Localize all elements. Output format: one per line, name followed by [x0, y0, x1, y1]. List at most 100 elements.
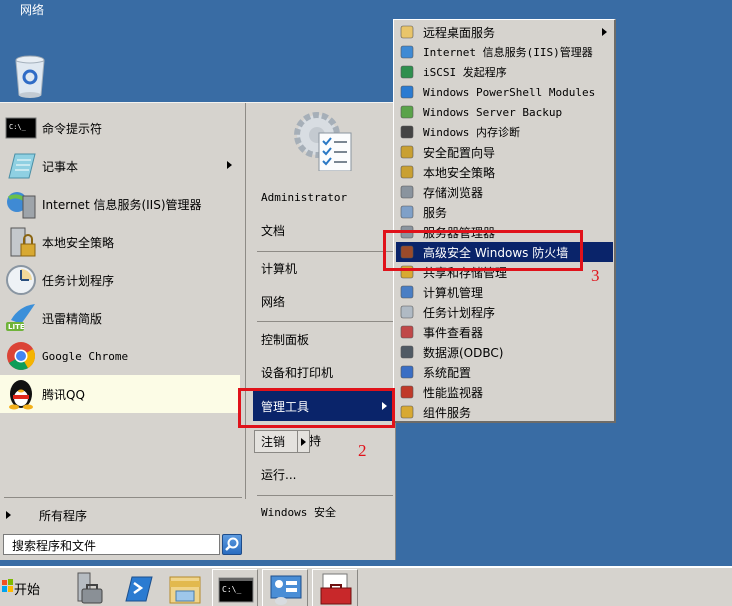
svg-text:C:\_: C:\_ [9, 123, 27, 131]
program-cmd[interactable]: C:\_ 命令提示符 [0, 109, 240, 147]
admin-tool-local-security-policy[interactable]: 本地安全策略 [396, 162, 613, 182]
search-button[interactable] [222, 534, 242, 555]
admin-tool-performance-monitor[interactable]: 性能监视器 [396, 382, 613, 402]
iis-icon [399, 44, 415, 60]
program-label: Google Chrome [42, 349, 129, 363]
backup-icon [399, 104, 415, 120]
folder-icon [399, 24, 415, 40]
taskbar-cmd[interactable]: C:\_ [212, 569, 258, 606]
odbc-icon [399, 344, 415, 360]
start-menu-places-pane: Administrator 文档 计算机 网络 控制面板 设备和打印机 管理工具… [247, 103, 395, 527]
places-run[interactable]: 运行... [253, 459, 394, 489]
admin-tool-memory-diagnostic[interactable]: Windows 内存诊断 [396, 122, 613, 142]
admin-tool-label: 安全配置向导 [423, 145, 496, 160]
cmd-icon: C:\_ [213, 577, 259, 606]
logoff-label: 注销 [255, 431, 298, 452]
component-services-icon [399, 404, 415, 420]
program-iis-manager[interactable]: Internet 信息服务(IIS)管理器 [0, 185, 240, 223]
admin-tools-submenu: 远程桌面服务 Internet 信息服务(IIS)管理器 iSCSI 发起程序 Win… [393, 19, 616, 423]
admin-tool-label: 事件查看器 [423, 325, 484, 340]
divider [257, 251, 393, 252]
admin-tool-computer-management[interactable]: 计算机管理 [396, 282, 613, 302]
iis-icon [5, 188, 37, 220]
program-local-security-policy[interactable]: 本地安全策略 [0, 223, 240, 261]
divider [257, 321, 393, 322]
submenu-arrow-icon [602, 28, 607, 36]
admin-tool-label: Internet 信息服务(IIS)管理器 [423, 46, 593, 59]
admin-tool-iis[interactable]: Internet 信息服务(IIS)管理器 [396, 42, 613, 62]
annotation-box-firewall [383, 230, 583, 271]
places-documents[interactable]: 文档 [253, 215, 394, 245]
taskbar-explorer[interactable] [162, 569, 208, 606]
admin-tool-powershell[interactable]: Windows PowerShell Modules [396, 82, 613, 102]
admin-tool-label: 性能监视器 [423, 385, 484, 400]
computer-management-icon [399, 284, 415, 300]
admin-tool-label: 系统配置 [423, 365, 472, 380]
start-menu-programs-pane: C:\_ 命令提示符 记事本 Internet 信息服务(IIS)管理器 本地安… [0, 103, 246, 499]
powershell-icon [114, 576, 160, 606]
program-label: 腾讯QQ [42, 387, 85, 402]
taskbar-server-manager[interactable] [66, 569, 112, 606]
user-picture-icon[interactable] [291, 109, 353, 172]
annotation-number-2: 2 [358, 441, 367, 460]
places-user-name[interactable]: Administrator [253, 182, 394, 212]
taskbar-powershell[interactable] [114, 569, 160, 606]
admin-tool-label: iSCSI 发起程序 [423, 66, 507, 79]
program-label: 本地安全策略 [42, 235, 115, 250]
places-devices-printers[interactable]: 设备和打印机 [253, 357, 394, 387]
admin-tool-folder[interactable]: 远程桌面服务 [396, 22, 613, 42]
places-windows-security[interactable]: Windows 安全 [253, 497, 394, 527]
admin-tool-storage-explorer[interactable]: 存储浏览器 [396, 182, 613, 202]
admin-tool-event-viewer[interactable]: 事件查看器 [396, 322, 613, 342]
admin-tool-label: 任务计划程序 [423, 305, 496, 320]
expand-arrow-icon [6, 511, 11, 519]
cmd-icon: C:\_ [5, 112, 37, 144]
admin-tool-label: 计算机管理 [423, 285, 484, 300]
admin-tool-security-wizard[interactable]: 安全配置向导 [396, 142, 613, 162]
divider [4, 497, 242, 498]
admin-tool-system-config[interactable]: 系统配置 [396, 362, 613, 382]
places-network[interactable]: 网络 [253, 286, 394, 316]
program-label: Internet 信息服务(IIS)管理器 [42, 197, 202, 212]
admin-tool-label: 远程桌面服务 [423, 25, 496, 40]
explorer-icon [162, 576, 208, 606]
admin-tool-backup[interactable]: Windows Server Backup [396, 102, 613, 122]
recycle-bin-icon[interactable] [13, 55, 47, 99]
windows-logo-icon [2, 579, 14, 597]
program-qq[interactable]: 腾讯QQ [0, 375, 240, 413]
admin-tool-odbc[interactable]: 数据源(ODBC) [396, 342, 613, 362]
shutdown-options-arrow-icon[interactable] [301, 437, 306, 446]
search-icon [223, 537, 241, 557]
admin-tool-task-scheduler[interactable]: 任务计划程序 [396, 302, 613, 322]
taskbar-toolbox[interactable] [312, 569, 358, 606]
taskbar-control-panel[interactable] [262, 569, 308, 606]
admin-tool-label: 数据源(ODBC) [423, 345, 504, 360]
notepad-icon [5, 150, 37, 182]
desktop-network-label[interactable]: 网络 [20, 1, 44, 18]
submenu-arrow-icon [227, 161, 232, 169]
admin-tool-label: Windows Server Backup [423, 105, 563, 119]
event-viewer-icon [399, 324, 415, 340]
qq-icon [5, 378, 37, 410]
program-task-scheduler[interactable]: 任务计划程序 [0, 261, 240, 299]
security-wizard-icon [399, 144, 415, 160]
task-scheduler-icon [399, 304, 415, 320]
program-google-chrome[interactable]: Google Chrome [0, 337, 240, 375]
program-label: 命令提示符 [42, 121, 103, 136]
all-programs-label: 所有程序 [39, 508, 88, 523]
program-notepad[interactable]: 记事本 [0, 147, 240, 185]
control-panel-icon [263, 575, 309, 606]
start-button[interactable]: 开始 [2, 570, 50, 606]
program-xunlei[interactable]: LITE 迅雷精简版 [0, 299, 240, 337]
admin-tool-component-services[interactable]: 组件服务 [396, 402, 613, 422]
places-control-panel[interactable]: 控制面板 [253, 324, 394, 354]
program-label: 记事本 [42, 159, 79, 174]
admin-tool-iscsi[interactable]: iSCSI 发起程序 [396, 62, 613, 82]
admin-tool-services[interactable]: 服务 [396, 202, 613, 222]
admin-tool-label: Windows 内存诊断 [423, 126, 520, 139]
all-programs-button[interactable]: 所有程序 [0, 503, 246, 527]
annotation-box-admin-tools [238, 388, 395, 428]
search-input[interactable]: 搜索程序和文件 [3, 534, 220, 555]
places-computer[interactable]: 计算机 [253, 253, 394, 283]
logoff-button[interactable]: 注销 [254, 430, 310, 453]
